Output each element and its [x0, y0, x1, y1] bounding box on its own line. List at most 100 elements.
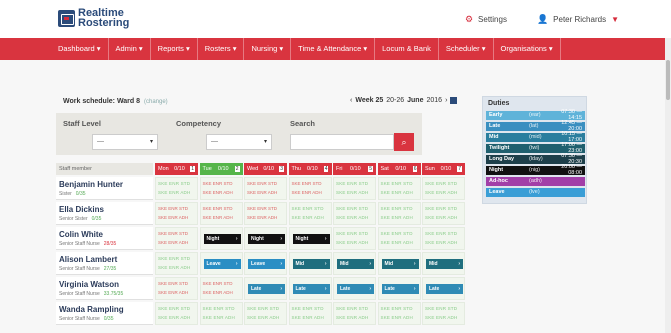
shift-block[interactable]: Late ›: [381, 284, 419, 294]
schedule-cell[interactable]: [333, 177, 376, 200]
day-header[interactable]: Wed 0/10 3: [244, 163, 287, 175]
schedule-cell[interactable]: [155, 277, 198, 300]
schedule-cell[interactable]: [199, 277, 243, 300]
schedule-cell[interactable]: [377, 202, 421, 225]
shift-block[interactable]: Late ›: [248, 284, 285, 294]
schedule-cell[interactable]: Night ›: [199, 227, 243, 250]
day-header[interactable]: Thu 0/10 4: [288, 163, 332, 175]
shift-block[interactable]: Mid ›: [381, 259, 419, 269]
schedule-cell[interactable]: [155, 302, 198, 325]
duty-item[interactable]: Late (lat) 12:45 — 20:00: [486, 120, 585, 132]
schedule-cell[interactable]: [199, 202, 243, 225]
schedule-cell[interactable]: [333, 202, 376, 225]
scrollbar[interactable]: [665, 38, 671, 333]
staff-row[interactable]: Colin White Senior Staff Nurse 28/35: [56, 227, 153, 250]
shift-block[interactable]: Late ›: [292, 284, 330, 294]
day-header[interactable]: Mon 0/10 1: [155, 163, 198, 175]
shift-block[interactable]: Night ›: [248, 234, 285, 244]
prev-week-button[interactable]: ‹: [350, 97, 352, 104]
schedule-cell[interactable]: [422, 177, 465, 200]
nav-item[interactable]: Dashboard ▾: [51, 38, 109, 60]
competency-select[interactable]: — ▾: [206, 134, 272, 150]
nav-item[interactable]: Locum & Bank: [375, 38, 439, 60]
schedule-cell[interactable]: [422, 227, 465, 250]
staff-row[interactable]: Ella Dickins Senior Sister 0/35: [56, 202, 153, 225]
staff-row[interactable]: Wanda Rampling Senior Staff Nurse 0/35: [56, 302, 153, 325]
staff-row[interactable]: Alison Lambert Senior Staff Nurse 27/35: [56, 252, 153, 275]
shift-block[interactable]: Mid ›: [337, 259, 374, 269]
schedule-cell[interactable]: Mid ›: [377, 252, 421, 275]
next-week-button[interactable]: ›: [445, 97, 447, 104]
schedule-cell[interactable]: Night ›: [244, 227, 287, 250]
day-header[interactable]: Sun 0/10 7: [422, 163, 465, 175]
schedule-cell[interactable]: [333, 302, 376, 325]
schedule-cell[interactable]: Late ›: [422, 277, 465, 300]
schedule-cell[interactable]: [422, 302, 465, 325]
schedule-cell[interactable]: Mid ›: [333, 252, 376, 275]
schedule-cell[interactable]: Leave ›: [199, 252, 243, 275]
shift-block[interactable]: Leave ›: [203, 259, 241, 269]
user-menu[interactable]: 👤 Peter Richards ▼: [537, 14, 619, 25]
schedule-cell[interactable]: Leave ›: [244, 252, 287, 275]
change-ward-link[interactable]: (change): [144, 99, 168, 105]
search-button[interactable]: ⌕: [394, 133, 414, 151]
duty-item[interactable]: Ad-hoc (adh): [486, 177, 585, 186]
duty-item[interactable]: Twilight (twi) 17:00 — 23:00: [486, 142, 585, 154]
schedule-cell[interactable]: [377, 302, 421, 325]
nav-item[interactable]: Nursing ▾: [244, 38, 292, 60]
schedule-cell[interactable]: [155, 202, 198, 225]
scroll-thumb[interactable]: [666, 60, 670, 100]
schedule-cell[interactable]: Late ›: [377, 277, 421, 300]
schedule-cell[interactable]: [244, 302, 287, 325]
shift-block[interactable]: Mid ›: [292, 259, 330, 269]
staff-row[interactable]: Virginia Watson Senior Staff Nurse 33.75/3…: [56, 277, 153, 300]
schedule-cell[interactable]: [333, 227, 376, 250]
schedule-cell[interactable]: [288, 177, 332, 200]
duty-item[interactable]: Leave (lve): [486, 188, 585, 197]
day-header[interactable]: Sat 0/10 6: [377, 163, 421, 175]
nav-item[interactable]: Admin ▾: [109, 38, 151, 60]
shift-block[interactable]: Night ›: [203, 234, 241, 244]
schedule-cell[interactable]: Mid ›: [288, 252, 332, 275]
duty-item[interactable]: Night (nig) 20:00 — 08:00: [486, 164, 585, 176]
shift-block[interactable]: Mid ›: [426, 259, 463, 269]
schedule-cell[interactable]: [199, 302, 243, 325]
shift-block[interactable]: Leave ›: [248, 259, 285, 269]
schedule-cell[interactable]: [288, 302, 332, 325]
schedule-cell[interactable]: [288, 202, 332, 225]
staff-name[interactable]: Ella Dickins: [59, 205, 104, 214]
calendar-icon[interactable]: [450, 97, 458, 104]
staff-level-select[interactable]: — ▾: [92, 134, 158, 150]
shift-block[interactable]: Night ›: [292, 234, 330, 244]
shift-block[interactable]: Late ›: [426, 284, 463, 294]
schedule-cell[interactable]: Mid ›: [422, 252, 465, 275]
nav-item[interactable]: Organisations ▾: [494, 38, 561, 60]
schedule-cell[interactable]: [377, 227, 421, 250]
schedule-cell[interactable]: Late ›: [288, 277, 332, 300]
staff-name[interactable]: Colin White: [59, 230, 103, 239]
schedule-cell[interactable]: Late ›: [244, 277, 287, 300]
nav-item[interactable]: Time & Attendance ▾: [291, 38, 376, 60]
settings-link[interactable]: ⚙ Settings: [465, 14, 507, 25]
schedule-cell[interactable]: [244, 202, 287, 225]
nav-item[interactable]: Rosters ▾: [198, 38, 245, 60]
schedule-cell[interactable]: [199, 177, 243, 200]
schedule-cell[interactable]: [155, 252, 198, 275]
staff-name[interactable]: Virginia Watson: [59, 280, 119, 289]
duty-item[interactable]: Early (ear) 07:30 — 14:15: [486, 109, 585, 121]
staff-name[interactable]: Benjamin Hunter: [59, 180, 123, 189]
search-input[interactable]: [290, 134, 394, 150]
day-header[interactable]: Fri 0/10 5: [333, 163, 376, 175]
day-header[interactable]: Tue 0/10 2: [199, 163, 243, 175]
schedule-cell[interactable]: [377, 177, 421, 200]
nav-item[interactable]: Reports ▾: [151, 38, 198, 60]
schedule-cell[interactable]: [244, 177, 287, 200]
staff-row[interactable]: Benjamin Hunter Sister 0/35: [56, 177, 153, 200]
duty-item[interactable]: Mid (mid) 10:15 — 17:00: [486, 131, 585, 143]
shift-block[interactable]: Late ›: [337, 284, 374, 294]
schedule-cell[interactable]: Late ›: [333, 277, 376, 300]
schedule-cell[interactable]: [155, 177, 198, 200]
staff-name[interactable]: Wanda Rampling: [59, 305, 124, 314]
schedule-cell[interactable]: [422, 202, 465, 225]
duty-item[interactable]: Long Day (lday) 07:30 — 20:30: [486, 153, 585, 165]
